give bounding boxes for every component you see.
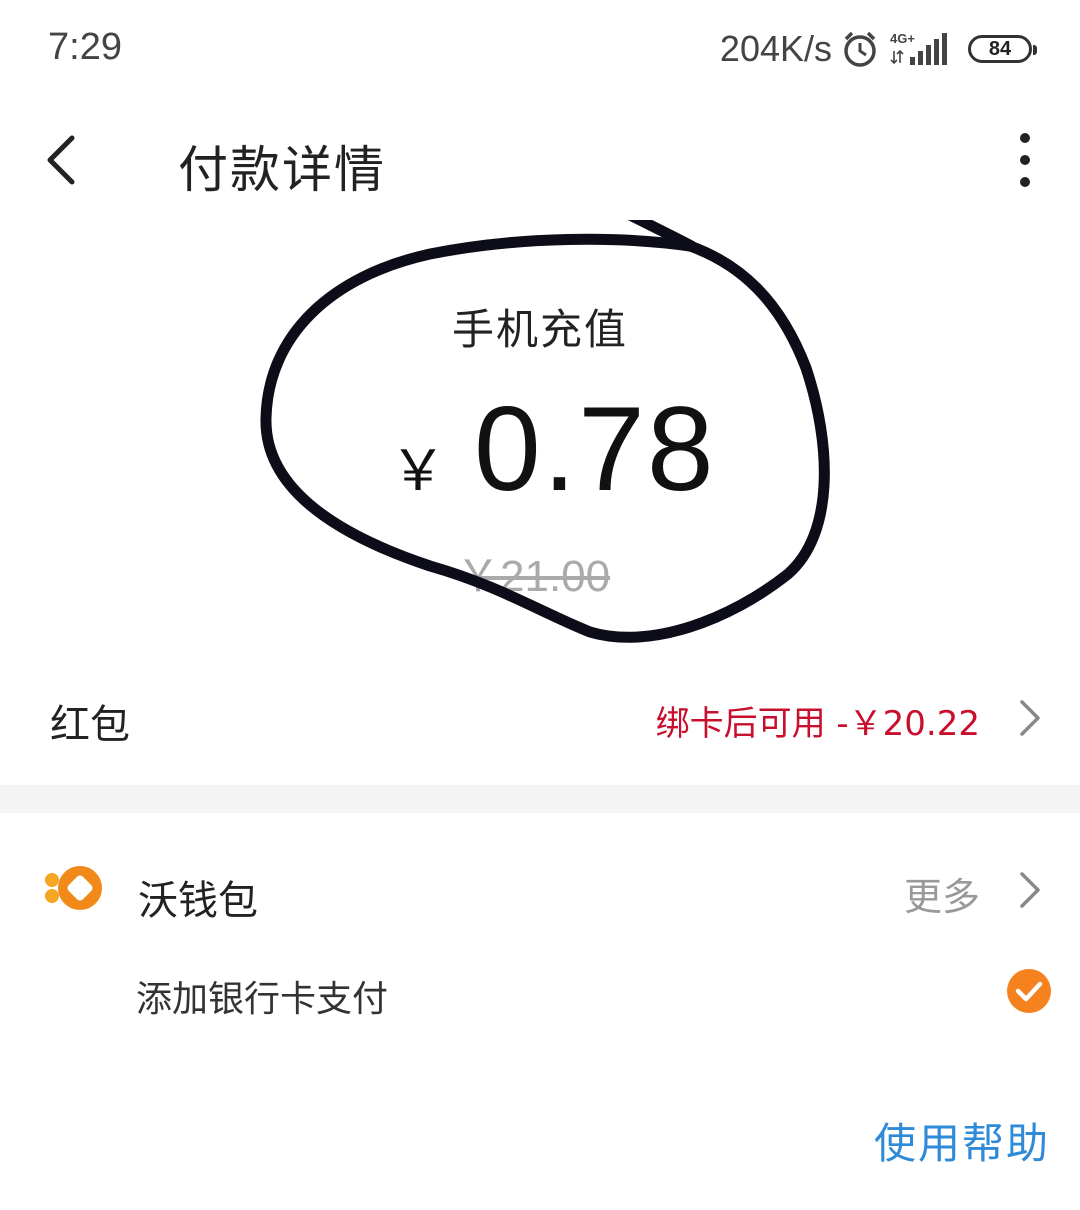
network-speed: 204K/s bbox=[719, 28, 832, 69]
payment-amount: ￥ 0.78 bbox=[390, 380, 716, 518]
add-bank-card-label: 添加银行卡支付 bbox=[136, 979, 389, 1020]
red-packet-row[interactable]: 红包 绑卡后可用 -￥20.22 bbox=[0, 668, 1080, 768]
network-type-label: 4G+ bbox=[890, 31, 915, 46]
status-time: 7:29 bbox=[48, 26, 122, 68]
wallet-row[interactable]: 沃钱包 更多 bbox=[0, 840, 1080, 950]
wallet-name: 沃钱包 bbox=[138, 878, 258, 924]
status-indicators: 204K/s 4G+ 84 bbox=[719, 26, 1037, 72]
signal-icon: 4G+ bbox=[888, 29, 950, 69]
alarm-icon bbox=[842, 29, 878, 69]
header-bar: 付款详情 bbox=[0, 110, 1080, 220]
status-bar: 7:29 204K/s 4G+ 84 bbox=[0, 0, 1080, 100]
check-circle-icon[interactable] bbox=[1006, 968, 1052, 1014]
section-divider bbox=[0, 785, 1080, 813]
more-vertical-icon bbox=[1020, 133, 1030, 187]
chevron-left-icon bbox=[47, 135, 75, 185]
page-title: 付款详情 bbox=[178, 141, 386, 199]
red-packet-label: 红包 bbox=[50, 702, 130, 748]
wallet-logo-icon bbox=[42, 856, 106, 924]
battery-level: 84 bbox=[988, 37, 1012, 60]
chevron-right-icon bbox=[1020, 700, 1040, 736]
wallet-more-link[interactable]: 更多 bbox=[904, 866, 980, 921]
currency-symbol: ￥ bbox=[390, 439, 446, 502]
payment-summary: 手机充值 ￥ 0.78 ￥21.00 bbox=[0, 220, 1080, 660]
battery-indicator: 84 bbox=[968, 35, 1037, 63]
back-button[interactable] bbox=[38, 130, 88, 190]
help-link[interactable]: 使用帮助 bbox=[874, 1110, 1050, 1171]
chevron-right-icon bbox=[1020, 872, 1040, 908]
amount-value: 0.78 bbox=[474, 382, 716, 516]
add-bank-card-option[interactable]: 添加银行卡支付 bbox=[0, 950, 1080, 1040]
more-options-button[interactable] bbox=[1010, 130, 1040, 190]
red-packet-value: 绑卡后可用 -￥20.22 bbox=[655, 704, 980, 744]
product-name: 手机充值 bbox=[451, 305, 628, 354]
original-price: ￥21.00 bbox=[456, 552, 611, 601]
